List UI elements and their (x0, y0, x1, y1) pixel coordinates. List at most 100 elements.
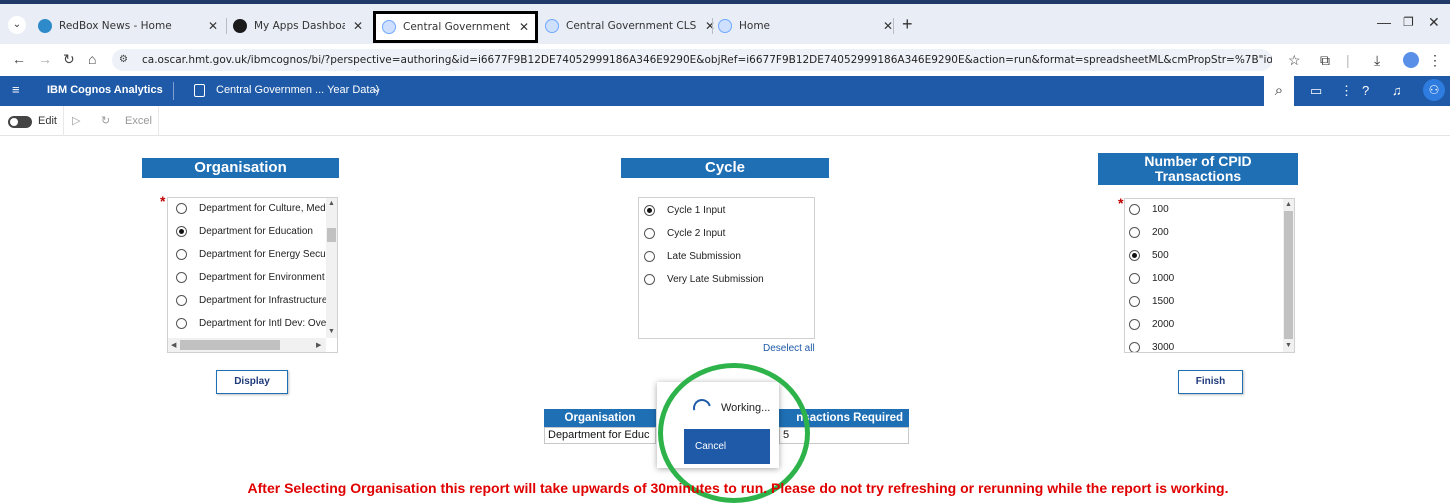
site-info-icon[interactable]: ⚙ (119, 54, 128, 65)
vertical-scrollbar[interactable]: ▲ ▼ (326, 198, 337, 338)
organisation-option[interactable]: Department for Environment F (176, 272, 326, 283)
radio-button[interactable] (1129, 296, 1140, 307)
tab-home[interactable]: Home ✕ (718, 12, 893, 40)
window-close-icon[interactable]: ✕ (1428, 14, 1440, 31)
tab-cpid-active[interactable]: Central Government – CPID tra ✕ (373, 11, 538, 43)
hamburger-menu-icon[interactable]: ≡ (12, 82, 20, 97)
organisation-option[interactable]: Department for Infrastructure (176, 295, 326, 306)
radio-button[interactable] (176, 318, 187, 329)
deselect-all-link[interactable]: Deselect all (763, 343, 815, 354)
transactions-listbox[interactable]: 100 200 500 1000 1500 2000 3000 ▲ ▼ (1124, 198, 1295, 353)
display-button[interactable]: Display (216, 370, 288, 394)
radio-button-selected[interactable] (176, 226, 187, 237)
vertical-scrollbar[interactable]: ▲ ▼ (1283, 199, 1294, 352)
back-icon[interactable]: ← (12, 51, 26, 67)
user-avatar-icon[interactable]: ⚇ (1423, 79, 1445, 101)
home-icon[interactable]: ⌂ (88, 51, 96, 67)
run-play-icon[interactable]: ▷ (72, 114, 80, 127)
extensions-icon[interactable]: ⧉ (1320, 52, 1330, 69)
transactions-option[interactable]: 1000 (1129, 273, 1279, 284)
bookmark-star-icon[interactable]: ☆ (1288, 52, 1301, 69)
scroll-down-arrow-icon[interactable]: ▼ (328, 328, 335, 335)
chevron-down-icon[interactable]: ⌄ (372, 81, 382, 95)
excel-format-label[interactable]: Excel (125, 115, 152, 127)
option-label: Department for Intl Dev: Over (199, 318, 326, 329)
more-vertical-icon[interactable]: ⋮ (1340, 83, 1353, 99)
minimize-icon[interactable]: — (1377, 14, 1391, 30)
organisation-option[interactable]: Department for Education (176, 226, 326, 237)
scroll-thumb[interactable] (327, 228, 336, 242)
organisation-option[interactable]: Department for Culture, Media (176, 203, 326, 214)
radio-button[interactable] (176, 295, 187, 306)
radio-button[interactable] (176, 249, 187, 260)
transactions-option[interactable]: 500 (1129, 250, 1279, 261)
transactions-option[interactable]: 100 (1129, 204, 1279, 215)
close-icon[interactable]: ✕ (208, 19, 218, 33)
organisation-header: Organisation (142, 158, 339, 178)
organisation-option[interactable]: Department for Intl Dev: Over (176, 318, 326, 329)
radio-button[interactable] (176, 272, 187, 283)
kebab-menu-icon[interactable]: ⋮ (1428, 52, 1442, 69)
scroll-right-arrow-icon[interactable]: ▶ (316, 341, 321, 349)
tab-search-icon[interactable]: ⌄ (8, 16, 26, 34)
search-icon[interactable]: ⌕ (1264, 76, 1294, 106)
organisation-option[interactable]: Department for Energy Securi (176, 249, 326, 260)
scroll-thumb[interactable] (180, 340, 280, 350)
radio-button[interactable] (176, 203, 187, 214)
radio-button[interactable] (1129, 227, 1140, 238)
horizontal-scrollbar[interactable]: ◀ ▶ (168, 338, 326, 352)
close-icon[interactable]: ✕ (883, 19, 893, 33)
required-asterisk: * (160, 193, 166, 209)
reload-icon[interactable]: ↻ (63, 51, 75, 68)
radio-button[interactable] (644, 274, 655, 285)
organisation-listbox[interactable]: Department for Culture, Media Department… (167, 197, 338, 353)
new-tab-icon[interactable]: + (902, 14, 913, 35)
radio-button[interactable] (1129, 204, 1140, 215)
finish-button[interactable]: Finish (1178, 370, 1243, 394)
radio-button-selected[interactable] (644, 205, 655, 216)
help-icon[interactable]: ? (1362, 83, 1369, 98)
scroll-thumb[interactable] (1284, 211, 1293, 339)
radio-button[interactable] (1129, 273, 1140, 284)
tab-redbox[interactable]: RedBox News - Home ✕ (38, 12, 218, 40)
close-icon[interactable]: ✕ (353, 19, 363, 33)
cycle-option[interactable]: Very Late Submission (644, 274, 809, 285)
cycle-option[interactable]: Late Submission (644, 251, 809, 262)
scroll-left-arrow-icon[interactable]: ◀ (171, 341, 176, 349)
scroll-down-arrow-icon[interactable]: ▼ (1285, 342, 1292, 349)
option-label: Cycle 1 Input (667, 205, 726, 216)
radio-button[interactable] (1129, 319, 1140, 330)
notification-bell-icon[interactable]: ♫ (1392, 83, 1402, 98)
profile-avatar-icon[interactable] (1403, 52, 1419, 68)
report-title[interactable]: Central Governmen ... Year Data) (216, 84, 379, 96)
option-label: 200 (1152, 227, 1169, 238)
product-name: IBM Cognos Analytics (47, 84, 163, 96)
divider-icon: | (1346, 52, 1350, 68)
transactions-option[interactable]: 2000 (1129, 319, 1279, 330)
chat-icon[interactable]: ▭ (1310, 83, 1322, 99)
edit-toggle[interactable] (8, 116, 32, 128)
scroll-up-arrow-icon[interactable]: ▲ (328, 200, 335, 207)
refresh-icon[interactable]: ↻ (101, 114, 110, 127)
forward-icon[interactable]: → (38, 51, 52, 67)
transactions-option[interactable]: 3000 (1129, 342, 1279, 352)
radio-button[interactable] (644, 251, 655, 262)
maximize-icon[interactable]: ❐ (1403, 15, 1414, 29)
downloads-icon[interactable]: ⤓ (1374, 52, 1380, 69)
transactions-header: Number of CPID Transactions (1098, 153, 1298, 185)
scroll-up-arrow-icon[interactable]: ▲ (1285, 201, 1292, 208)
cycle-option[interactable]: Cycle 2 Input (644, 228, 809, 239)
radio-button-selected[interactable] (1129, 250, 1140, 261)
cycle-option[interactable]: Cycle 1 Input (644, 205, 809, 216)
close-icon[interactable]: ✕ (705, 19, 715, 33)
transactions-option[interactable]: 1500 (1129, 296, 1279, 307)
cycle-header: Cycle (621, 158, 829, 178)
url-bar[interactable]: ca.oscar.hmt.gov.uk/ibmcognos/bi/?perspe… (112, 49, 1272, 71)
tab-cls-cpid[interactable]: Central Government CLS – CPID ✕ (545, 12, 715, 40)
cycle-listbox[interactable]: Cycle 1 Input Cycle 2 Input Late Submiss… (638, 197, 815, 339)
radio-button[interactable] (1129, 342, 1140, 352)
tab-my-apps[interactable]: My Apps Dashboard | oscar ✕ (233, 12, 363, 40)
close-icon[interactable]: ✕ (519, 20, 529, 34)
transactions-option[interactable]: 200 (1129, 227, 1279, 238)
radio-button[interactable] (644, 228, 655, 239)
